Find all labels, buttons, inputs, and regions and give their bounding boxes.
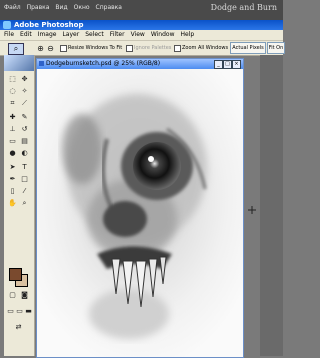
crop-tool-icon[interactable]: ⌗ <box>8 99 17 108</box>
page-title: Dodge and Burn <box>210 3 277 12</box>
actual-pixels-button[interactable]: Actual Pixels <box>230 42 266 54</box>
menu-help[interactable]: Help <box>181 31 195 38</box>
gradient-tool-icon[interactable]: ▤ <box>20 137 29 146</box>
document-icon <box>39 61 44 66</box>
toolbox-header <box>4 55 34 71</box>
document-titlebar: Dodgeburnsketch.psd @ 25% (RGB/8) _ □ × <box>37 59 243 69</box>
resize-windows-label: Resize Windows To Fit <box>68 45 123 51</box>
brush-tool-icon[interactable]: ✎ <box>20 113 29 122</box>
menu-layer[interactable]: Layer <box>62 31 79 38</box>
ignore-palettes-checkbox[interactable] <box>126 45 133 52</box>
os-menu-view[interactable]: Вид <box>55 4 67 11</box>
zoom-tool-box-icon[interactable]: ⌕ <box>20 199 29 208</box>
os-menu-edit[interactable]: Правка <box>27 4 50 11</box>
app-titlebar: Adobe Photoshop <box>0 20 283 30</box>
menubar: File Edit Image Layer Select Filter View… <box>0 30 283 41</box>
screen-mode-standard-icon[interactable]: ▭ <box>6 307 15 316</box>
history-brush-tool-icon[interactable]: ↺ <box>20 125 29 134</box>
zoom-all-windows-checkbox[interactable] <box>174 45 181 52</box>
menu-window[interactable]: Window <box>151 31 175 38</box>
options-bar: ⌕ ⊕ ⊖ Resize Windows To Fit Ignore Palet… <box>0 41 285 56</box>
photoshop-logo-icon <box>3 21 11 29</box>
app-title: Adobe Photoshop <box>14 21 84 29</box>
marquee-tool-icon[interactable]: ⬚ <box>8 75 17 84</box>
document-window: Dodgeburnsketch.psd @ 25% (RGB/8) _ □ × <box>36 58 244 358</box>
zoom-tool-icon[interactable]: ⌕ <box>8 43 24 55</box>
os-menu: Файл Правка Вид Окно Справка <box>4 4 122 11</box>
close-icon[interactable]: × <box>232 60 241 69</box>
os-menu-help[interactable]: Справка <box>96 4 122 11</box>
magic-wand-tool-icon[interactable]: ✧ <box>20 87 29 96</box>
screen-mode-full-icon[interactable]: ▬ <box>24 307 33 316</box>
resize-windows-checkbox[interactable] <box>60 45 67 52</box>
menu-view[interactable]: View <box>131 31 145 38</box>
zoom-all-windows-label: Zoom All Windows <box>182 45 229 51</box>
lasso-tool-icon[interactable]: ◌ <box>8 87 17 96</box>
foreground-color-swatch[interactable] <box>9 268 22 281</box>
standard-mode-icon[interactable]: ▢ <box>8 291 17 300</box>
image-canvas[interactable] <box>37 69 243 357</box>
path-selection-tool-icon[interactable]: ➤ <box>8 163 17 172</box>
os-header: Файл Правка Вид Окно Справка Dodge and B… <box>0 0 283 20</box>
screen-mode-full-menu-icon[interactable]: ▭ <box>15 307 24 316</box>
pen-tool-icon[interactable]: ✒ <box>8 175 17 184</box>
os-menu-window[interactable]: Окно <box>74 4 90 11</box>
healing-brush-tool-icon[interactable]: ✚ <box>8 113 17 122</box>
ignore-palettes-label: Ignore Palettes <box>134 45 172 51</box>
zoom-out-icon[interactable]: ⊖ <box>46 44 55 53</box>
skull-sketch-artwork <box>37 69 243 357</box>
zoom-in-icon[interactable]: ⊕ <box>36 44 45 53</box>
move-tool-icon[interactable]: ✥ <box>20 75 29 84</box>
maximize-icon[interactable]: □ <box>223 60 232 69</box>
eraser-tool-icon[interactable]: ▭ <box>8 137 17 146</box>
notes-tool-icon[interactable]: ▯ <box>8 187 17 196</box>
toolbox: ⬚ ✥ ◌ ✧ ⌗ ⟋ ✚ ✎ ⊥ ↺ ▭ ▤ ● ◐ ➤ T ✒ □ ▯ ⁄ … <box>4 55 35 356</box>
dodge-tool-icon[interactable]: ◐ <box>20 149 29 158</box>
slice-tool-icon[interactable]: ⟋ <box>20 99 29 108</box>
blur-tool-icon[interactable]: ● <box>8 149 17 158</box>
menu-file[interactable]: File <box>4 31 14 38</box>
menu-edit[interactable]: Edit <box>20 31 32 38</box>
fit-on-button[interactable]: Fit On <box>267 42 285 54</box>
workspace-right-area <box>260 55 283 356</box>
hand-tool-icon[interactable]: ✋ <box>8 199 17 208</box>
type-tool-icon[interactable]: T <box>20 163 29 172</box>
menu-image[interactable]: Image <box>38 31 57 38</box>
menu-select[interactable]: Select <box>85 31 104 38</box>
eyedropper-tool-icon[interactable]: ⁄ <box>20 187 29 196</box>
shape-tool-icon[interactable]: □ <box>20 175 29 184</box>
os-menu-file[interactable]: Файл <box>4 4 21 11</box>
clone-stamp-tool-icon[interactable]: ⊥ <box>8 125 17 134</box>
quick-mask-mode-icon[interactable]: ◙ <box>20 291 29 300</box>
document-title: Dodgeburnsketch.psd @ 25% (RGB/8) <box>46 60 161 67</box>
menu-filter[interactable]: Filter <box>110 31 125 38</box>
move-cursor-icon <box>248 206 256 214</box>
minimize-icon[interactable]: _ <box>214 60 223 69</box>
jump-to-imageready-icon[interactable]: ⇄ <box>14 323 23 332</box>
